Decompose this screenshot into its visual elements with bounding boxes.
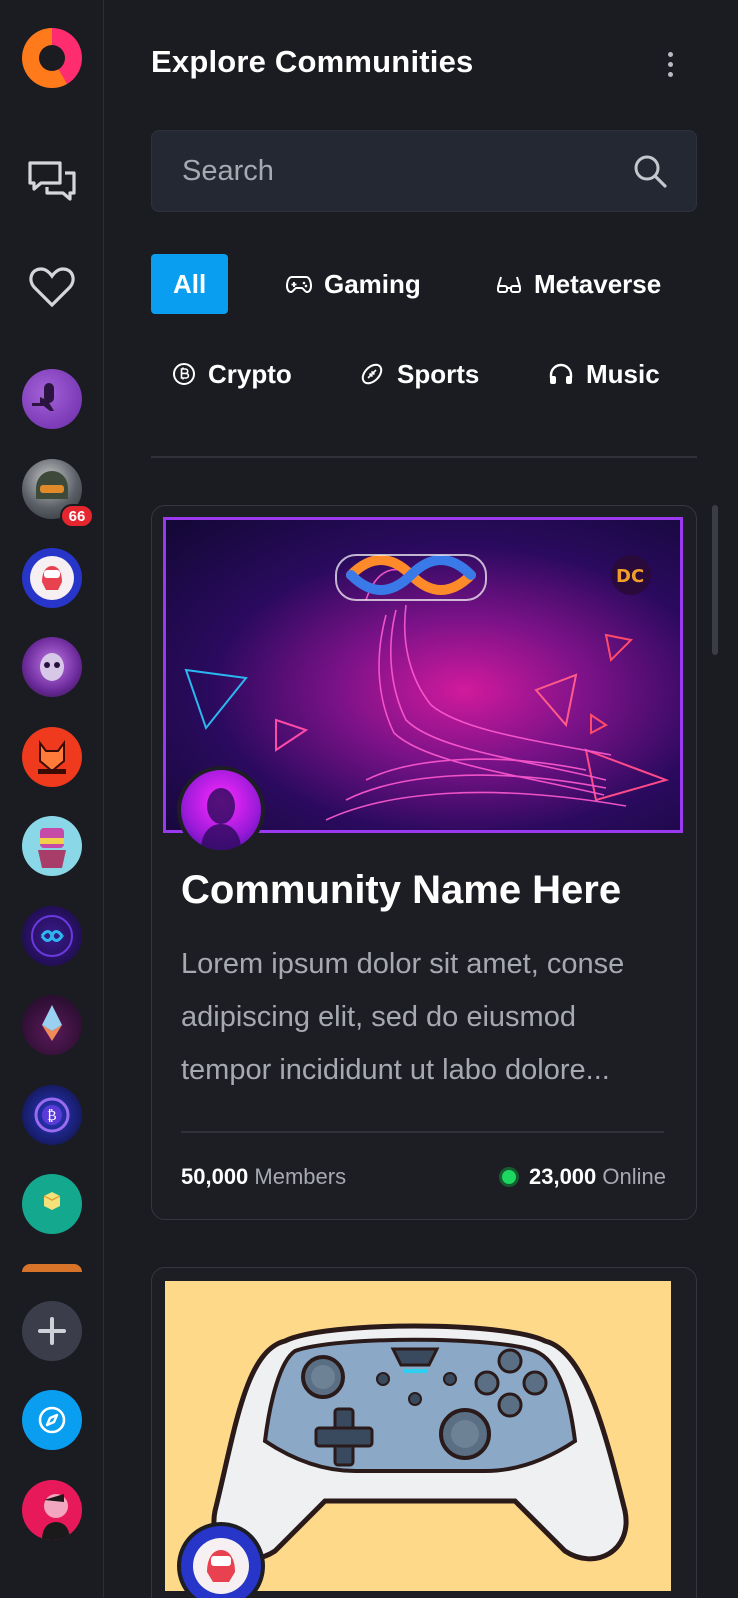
community-avatar-partial <box>22 1264 82 1272</box>
community-avatar[interactable] <box>22 995 82 1055</box>
scrollbar[interactable] <box>712 505 718 655</box>
app-root: 66 ₿ Explore Communities Search All Gami… <box>0 0 738 1598</box>
online-status-icon <box>498 1167 519 1187</box>
page-title: Explore Communities <box>151 44 474 79</box>
filter-gaming[interactable]: Gaming <box>286 254 421 314</box>
filter-all[interactable]: All <box>151 254 229 314</box>
members-number: 50,000 <box>181 1164 249 1189</box>
explore-button[interactable] <box>22 1390 82 1450</box>
community-card[interactable]: DC Community Name Here Lorem ipsum dolor… <box>151 505 697 1220</box>
left-rail: 66 ₿ <box>0 0 104 1598</box>
members-label: Members <box>254 1164 347 1189</box>
filter-label: Gaming <box>324 268 421 299</box>
filter-music[interactable]: Music <box>548 344 660 404</box>
search-icon[interactable] <box>632 153 668 189</box>
compass-icon <box>38 1406 66 1434</box>
headphones-icon <box>549 363 573 384</box>
community-avatar[interactable] <box>22 727 82 787</box>
section-divider <box>151 456 697 458</box>
svg-text:₿: ₿ <box>47 1108 57 1124</box>
filter-label: Music <box>586 358 660 389</box>
search-input[interactable] <box>182 131 622 211</box>
main-content: Explore Communities All Gaming Metaverse… <box>104 0 738 1598</box>
community-avatar[interactable] <box>22 548 82 608</box>
plus-icon <box>38 1317 66 1345</box>
filter-label: All <box>173 268 207 299</box>
community-avatar[interactable] <box>22 369 82 429</box>
community-name: Community Name Here <box>181 868 622 912</box>
community-avatar[interactable] <box>22 816 82 876</box>
online-label: Online <box>602 1164 666 1189</box>
add-community-button[interactable] <box>22 1301 82 1361</box>
community-card[interactable] <box>151 1267 697 1598</box>
vr-glasses-icon <box>497 276 521 293</box>
chat-bubbles-icon[interactable] <box>25 156 79 210</box>
heart-icon[interactable] <box>25 260 79 314</box>
filter-label: Metaverse <box>534 268 662 299</box>
community-avatar[interactable] <box>22 1174 82 1234</box>
filter-crypto[interactable]: Crypto <box>172 344 292 404</box>
filter-label: Crypto <box>208 358 292 389</box>
bitcoin-icon <box>173 363 195 385</box>
members-count: 50,000 Members <box>181 1164 346 1190</box>
user-profile-avatar[interactable] <box>22 1480 82 1540</box>
filter-metaverse[interactable]: Metaverse <box>496 254 661 314</box>
svg-text:DC: DC <box>616 566 644 587</box>
card-divider <box>181 1131 664 1133</box>
filter-sports[interactable]: Sports <box>359 344 479 404</box>
notification-badge: 66 <box>60 504 94 528</box>
app-logo[interactable] <box>22 28 82 88</box>
search-bar <box>151 130 697 212</box>
more-options-icon[interactable] <box>658 48 682 80</box>
community-description: Lorem ipsum dolor sit amet, conse adipis… <box>181 948 625 1086</box>
community-avatar[interactable] <box>22 637 82 697</box>
football-icon <box>361 363 383 385</box>
gamepad-icon <box>286 276 312 294</box>
community-avatar[interactable] <box>22 906 82 966</box>
community-avatar-overlay <box>177 766 265 854</box>
community-avatar[interactable]: ₿ <box>22 1085 82 1145</box>
filter-label: Sports <box>397 358 480 389</box>
online-count: 23,000 Online <box>498 1164 666 1190</box>
online-number: 23,000 <box>528 1164 597 1189</box>
